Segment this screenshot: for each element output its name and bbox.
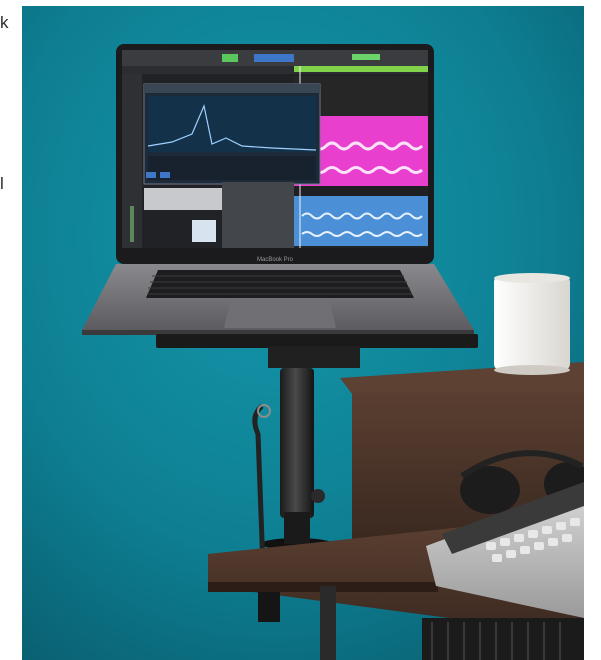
- plugin-thumbnail: [192, 220, 216, 242]
- track-gap: [294, 186, 428, 196]
- plugin-titlebar: [144, 84, 320, 93]
- stand-tray: [156, 334, 478, 348]
- photo-frame: k l MacBook Pro: [0, 0, 601, 660]
- laptop-label: MacBook Pro: [257, 257, 294, 263]
- daw-panel: [144, 188, 224, 210]
- eq-graph: [148, 96, 316, 152]
- trackpad: [224, 302, 336, 328]
- toolbar-lcd-display: [254, 54, 294, 62]
- clamp-bracket: [258, 592, 280, 622]
- product-photo: MacBook Pro: [22, 6, 584, 660]
- toolbar-green-display: [222, 54, 238, 62]
- stand-knob: [311, 489, 325, 503]
- stand-lower-sleeve: [284, 512, 310, 544]
- track-region-blue: [294, 196, 428, 246]
- laptop-stand-photo: MacBook Pro: [22, 6, 584, 660]
- desk-leg: [320, 586, 336, 660]
- plugin-button: [146, 172, 156, 178]
- cropped-text-fragment: k: [0, 13, 9, 32]
- eq-band-controls: [148, 156, 316, 180]
- cropped-text-fragment: l: [0, 174, 4, 193]
- daw-panel-dark: [222, 182, 294, 248]
- fader: [130, 206, 134, 242]
- region-bar: [294, 66, 428, 72]
- stand-pole: [280, 368, 314, 518]
- mug-rim: [494, 273, 570, 283]
- mug-bottom: [494, 365, 570, 375]
- toolbar-status: [352, 54, 380, 60]
- laptop: MacBook Pro: [82, 44, 474, 335]
- mug-body: [494, 276, 570, 370]
- stand-head-clamp: [268, 346, 360, 368]
- white-mug: [494, 273, 570, 375]
- plugin-button: [160, 172, 170, 178]
